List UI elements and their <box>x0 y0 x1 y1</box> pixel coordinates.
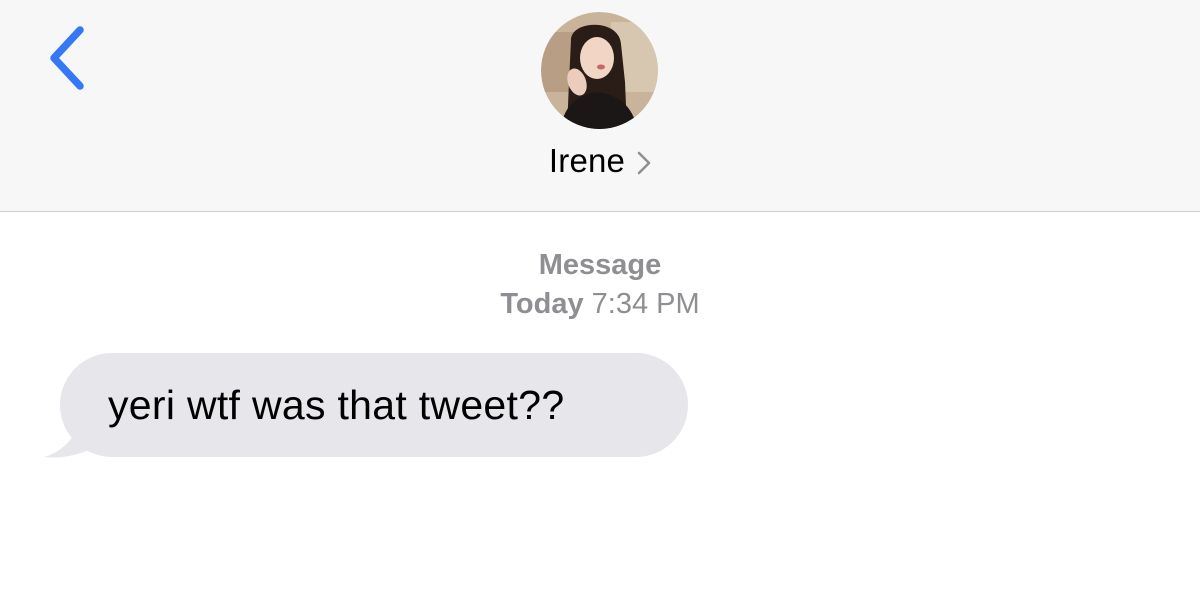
chevron-right-icon <box>637 151 651 175</box>
contact-name-button[interactable]: Irene <box>0 138 1200 184</box>
contact-name: Irene <box>548 142 626 179</box>
back-button[interactable] <box>40 22 94 94</box>
message-row: yeri wtf was that tweet?? <box>40 353 700 463</box>
chevron-left-icon <box>50 26 84 90</box>
avatar[interactable] <box>541 12 658 129</box>
incoming-message-bubble[interactable]: yeri wtf was that tweet?? <box>60 353 688 457</box>
message-text: yeri wtf was that tweet?? <box>108 381 565 428</box>
timestamp-time: 7:34 PM <box>591 288 700 320</box>
timestamp: Today 7:34 PM <box>0 284 1200 324</box>
conversation-meta: Message Today 7:34 PM <box>0 246 1200 324</box>
conversation-header: Irene <box>0 0 1200 212</box>
timestamp-day: Today <box>500 288 584 320</box>
service-label: Message <box>538 249 662 281</box>
contact-photo <box>541 12 658 129</box>
